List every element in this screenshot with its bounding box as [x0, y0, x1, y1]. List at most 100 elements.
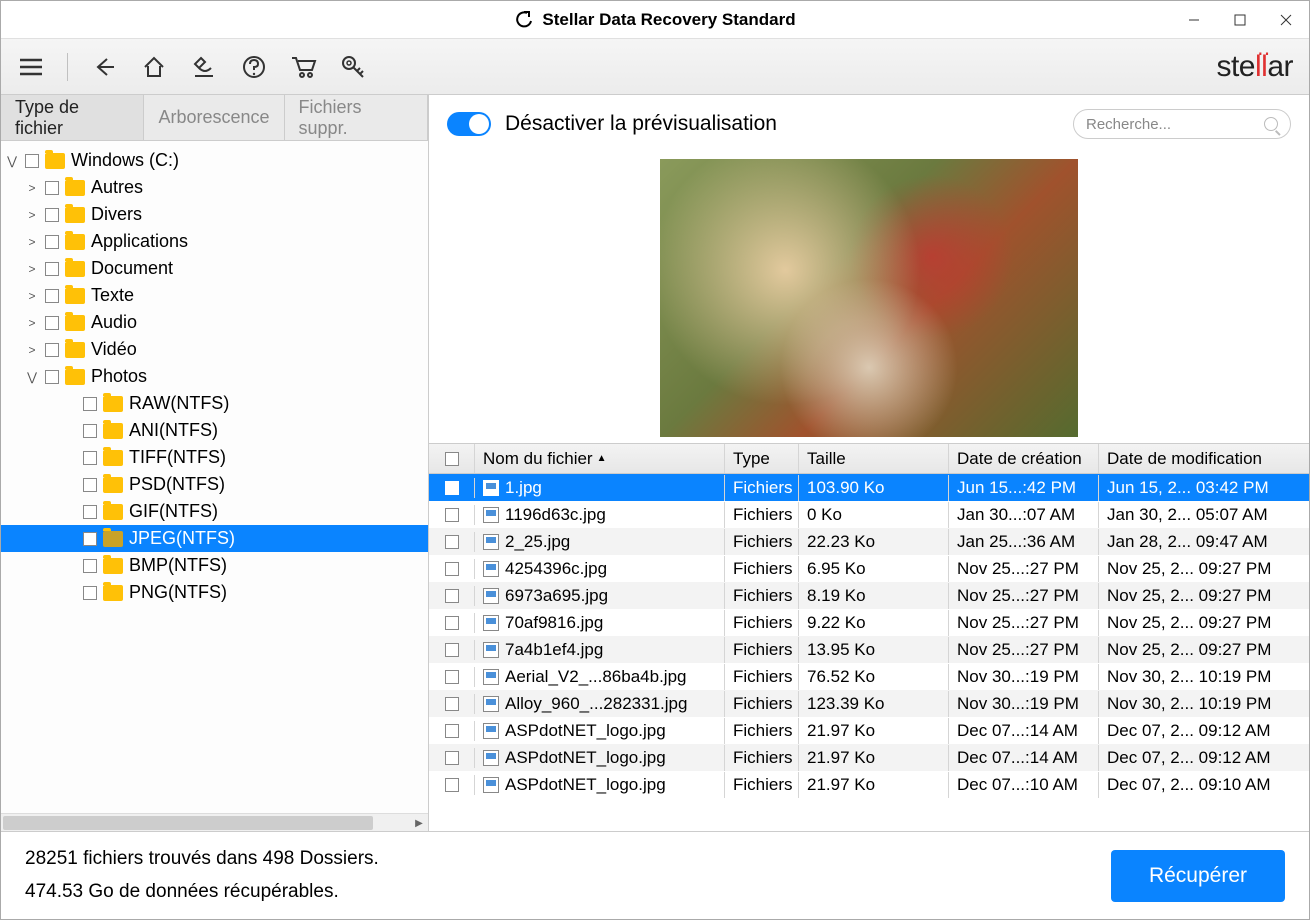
key-icon[interactable]	[340, 53, 368, 81]
row-checkbox[interactable]	[445, 778, 459, 792]
tree-checkbox[interactable]	[45, 235, 59, 249]
tree-label: Windows (C:)	[71, 150, 179, 171]
row-checkbox[interactable]	[445, 508, 459, 522]
col-modified[interactable]: Date de modification	[1099, 444, 1309, 473]
row-checkbox[interactable]	[445, 670, 459, 684]
tree-checkbox[interactable]	[45, 316, 59, 330]
tree-item[interactable]: >Document	[1, 255, 428, 282]
tree-checkbox[interactable]	[45, 262, 59, 276]
tree-item[interactable]: >Audio	[1, 309, 428, 336]
tree-checkbox[interactable]	[83, 478, 97, 492]
tree-item[interactable]: GIF(NTFS)	[1, 498, 428, 525]
col-created[interactable]: Date de création	[949, 444, 1099, 473]
tree-item[interactable]: ANI(NTFS)	[1, 417, 428, 444]
col-type[interactable]: Type	[725, 444, 799, 473]
tree-item[interactable]: TIFF(NTFS)	[1, 444, 428, 471]
tree-item[interactable]: >Texte	[1, 282, 428, 309]
tree-item[interactable]: PSD(NTFS)	[1, 471, 428, 498]
tree-checkbox[interactable]	[83, 397, 97, 411]
search-input[interactable]: Recherche...	[1073, 109, 1291, 139]
file-icon	[483, 534, 499, 550]
table-row[interactable]: 2_25.jpg Fichiers 22.23 Ko Jan 25...:36 …	[429, 528, 1309, 555]
row-checkbox[interactable]	[445, 697, 459, 711]
back-icon[interactable]	[90, 53, 118, 81]
file-grid[interactable]: Nom du fichier▲ Type Taille Date de créa…	[429, 443, 1309, 831]
tree-item[interactable]: >Vidéo	[1, 336, 428, 363]
expand-icon[interactable]: >	[25, 316, 39, 330]
tree-checkbox[interactable]	[45, 289, 59, 303]
tab-tree-view[interactable]: Arborescence	[144, 95, 284, 140]
menu-icon[interactable]	[17, 53, 45, 81]
table-row[interactable]: 4254396c.jpg Fichiers 6.95 Ko Nov 25...:…	[429, 555, 1309, 582]
row-checkbox[interactable]	[445, 751, 459, 765]
scroll-right-icon[interactable]: ▶	[410, 814, 428, 832]
tree-checkbox[interactable]	[25, 154, 39, 168]
tree-checkbox[interactable]	[83, 505, 97, 519]
tree-item[interactable]: ⋁Photos	[1, 363, 428, 390]
tree-scrollbar[interactable]: ▶	[1, 813, 428, 831]
tree-item[interactable]: >Divers	[1, 201, 428, 228]
table-row[interactable]: Alloy_960_...282331.jpg Fichiers 123.39 …	[429, 690, 1309, 717]
row-checkbox[interactable]	[445, 481, 459, 495]
tree-item[interactable]: ⋁ Windows (C:)	[1, 147, 428, 174]
home-icon[interactable]	[140, 53, 168, 81]
expand-icon[interactable]: >	[25, 343, 39, 357]
maximize-button[interactable]	[1217, 1, 1263, 38]
tree-checkbox[interactable]	[83, 586, 97, 600]
help-icon[interactable]	[240, 53, 268, 81]
tree-item[interactable]: JPEG(NTFS)	[1, 525, 428, 552]
table-row[interactable]: ASPdotNET_logo.jpg Fichiers 21.97 Ko Dec…	[429, 771, 1309, 798]
tree-item[interactable]: >Applications	[1, 228, 428, 255]
row-checkbox[interactable]	[445, 724, 459, 738]
expand-icon[interactable]: >	[25, 262, 39, 276]
tree-checkbox[interactable]	[83, 451, 97, 465]
file-icon	[483, 480, 499, 496]
tab-file-type[interactable]: Type de fichier	[1, 95, 144, 140]
table-row[interactable]: Aerial_V2_...86ba4b.jpg Fichiers 76.52 K…	[429, 663, 1309, 690]
table-row[interactable]: ASPdotNET_logo.jpg Fichiers 21.97 Ko Dec…	[429, 717, 1309, 744]
microscope-icon[interactable]	[190, 53, 218, 81]
tree-item[interactable]: PNG(NTFS)	[1, 579, 428, 606]
scrollbar-thumb[interactable]	[3, 816, 373, 830]
expand-icon[interactable]: >	[25, 181, 39, 195]
close-button[interactable]	[1263, 1, 1309, 38]
tree-checkbox[interactable]	[83, 532, 97, 546]
table-row[interactable]: 70af9816.jpg Fichiers 9.22 Ko Nov 25...:…	[429, 609, 1309, 636]
minimize-button[interactable]	[1171, 1, 1217, 38]
expand-icon[interactable]: >	[25, 289, 39, 303]
expand-icon[interactable]: ⋁	[25, 370, 39, 384]
folder-icon	[65, 342, 85, 358]
tree-item[interactable]: BMP(NTFS)	[1, 552, 428, 579]
col-name[interactable]: Nom du fichier▲	[475, 444, 725, 473]
row-checkbox[interactable]	[445, 643, 459, 657]
row-checkbox[interactable]	[445, 535, 459, 549]
table-row[interactable]: 7a4b1ef4.jpg Fichiers 13.95 Ko Nov 25...…	[429, 636, 1309, 663]
expand-icon[interactable]: >	[25, 208, 39, 222]
table-row[interactable]: 1196d63c.jpg Fichiers 0 Ko Jan 30...:07 …	[429, 501, 1309, 528]
row-checkbox[interactable]	[445, 562, 459, 576]
row-checkbox[interactable]	[445, 616, 459, 630]
tab-deleted[interactable]: Fichiers suppr.	[285, 95, 428, 140]
tree-checkbox[interactable]	[45, 370, 59, 384]
tree-checkbox[interactable]	[45, 181, 59, 195]
folder-tree[interactable]: ⋁ Windows (C:) >Autres>Divers>Applications…	[1, 141, 428, 813]
tree-checkbox[interactable]	[45, 208, 59, 222]
select-all-checkbox[interactable]	[445, 452, 459, 466]
tree-item[interactable]: RAW(NTFS)	[1, 390, 428, 417]
tree-checkbox[interactable]	[45, 343, 59, 357]
col-size[interactable]: Taille	[799, 444, 949, 473]
tree-checkbox[interactable]	[83, 424, 97, 438]
table-row[interactable]: 1.jpg Fichiers 103.90 Ko Jun 15...:42 PM…	[429, 474, 1309, 501]
row-checkbox[interactable]	[445, 589, 459, 603]
table-row[interactable]: ASPdotNET_logo.jpg Fichiers 21.97 Ko Dec…	[429, 744, 1309, 771]
preview-toggle[interactable]	[447, 112, 491, 136]
recover-button[interactable]: Récupérer	[1111, 850, 1285, 902]
tree-label: TIFF(NTFS)	[129, 447, 226, 468]
expand-icon[interactable]: >	[25, 235, 39, 249]
tree-item[interactable]: >Autres	[1, 174, 428, 201]
tree-checkbox[interactable]	[83, 559, 97, 573]
table-row[interactable]: 6973a695.jpg Fichiers 8.19 Ko Nov 25...:…	[429, 582, 1309, 609]
file-modified: Nov 25, 2... 09:27 PM	[1099, 637, 1309, 663]
cart-icon[interactable]	[290, 53, 318, 81]
expand-icon[interactable]: ⋁	[5, 154, 19, 168]
